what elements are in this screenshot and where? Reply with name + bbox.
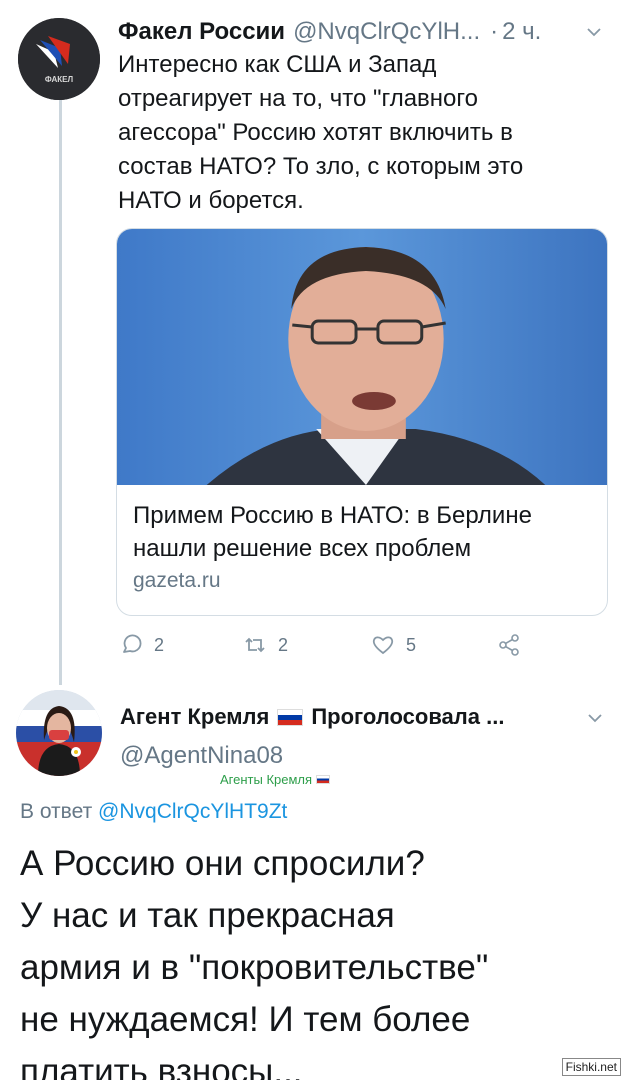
tweet-text-line: Интересно как США и Запад: [118, 51, 437, 78]
retweet-button[interactable]: 2: [242, 632, 288, 658]
card-title-line: нашли решение всех проблем: [133, 535, 472, 562]
chevron-down-icon[interactable]: [584, 22, 604, 42]
reply-handle-link[interactable]: @NvqClrQcYlHT9Zt: [98, 800, 287, 823]
tweet-text-line: А Россию они спросили?: [20, 844, 425, 883]
reply-context: В ответ @NvqClrQcYlHT9Zt: [20, 800, 287, 824]
thread-line: [59, 95, 62, 685]
group-label: Агенты Кремля: [220, 772, 331, 787]
chevron-down-icon[interactable]: [585, 708, 605, 728]
like-button[interactable]: 5: [370, 632, 416, 658]
like-count: 5: [406, 634, 417, 655]
tweet-text-line: У нас и так прекрасная: [20, 896, 395, 935]
retweet-icon: [245, 637, 265, 653]
timestamp[interactable]: 2 ч.: [502, 18, 541, 46]
group-label-text: Агенты Кремля: [220, 772, 313, 787]
tweet-text: А Россию они спросили? У нас и так прекр…: [20, 838, 580, 1080]
separator-dot: ·: [490, 18, 499, 45]
tweet-header: Факел России @NvqClrQcYlH... · 2 ч.: [118, 14, 608, 50]
tweet-text-line: состав НАТО? То зло, с которым это: [118, 153, 524, 180]
author-name-part1: Агент Кремля: [120, 704, 270, 729]
link-card[interactable]: Примем Россию в НАТО: в Берлине нашли ре…: [116, 228, 608, 616]
share-icon: [499, 634, 519, 656]
user-avatar-icon: [16, 690, 102, 776]
reply-prefix: В ответ: [20, 800, 93, 823]
russia-flag-icon: [277, 708, 304, 726]
share-button[interactable]: [496, 632, 532, 658]
heart-icon: [372, 636, 394, 655]
tweet-text-line: отреагирует на то, что "главного: [118, 85, 478, 112]
reply-button[interactable]: 2: [118, 632, 164, 658]
avatar[interactable]: ФАКЕЛ: [18, 18, 100, 100]
tweet-text: Интересно как США и Запад отреагирует на…: [118, 48, 598, 218]
tweet-text-line: армия и в "покровительстве": [20, 948, 489, 987]
comment-icon: [123, 634, 142, 653]
author-name-part2: Проголосовала ...: [311, 704, 505, 729]
action-bar: 2 2 5: [118, 632, 538, 662]
tweet-text-line: не нуждаемся! И тем более: [20, 1000, 471, 1039]
reply-count: 2: [154, 634, 165, 655]
retweet-count: 2: [278, 634, 289, 655]
author-name[interactable]: Факел России: [118, 18, 285, 46]
fakel-logo-icon: ФАКЕЛ: [18, 18, 100, 100]
tweet-text-line: платить взносы...: [20, 1052, 303, 1080]
author-handle[interactable]: @NvqClrQcYlH...: [293, 18, 480, 46]
author-name[interactable]: Агент Кремля Проголосовала ...: [120, 704, 504, 730]
article-photo: [117, 229, 607, 485]
svg-text:ФАКЕЛ: ФАКЕЛ: [45, 75, 74, 84]
avatar[interactable]: [16, 690, 102, 776]
card-title-line: Примем Россию в НАТО: в Берлине: [133, 502, 532, 529]
tweet-text-line: НАТО и борется.: [118, 187, 304, 214]
card-domain: gazeta.ru: [133, 569, 221, 592]
tweet-text-line: агессора" Россию хотят включить в: [118, 119, 513, 146]
card-body: Примем Россию в НАТО: в Берлине нашли ре…: [117, 485, 607, 607]
russia-flag-icon: [316, 775, 331, 784]
author-handle[interactable]: @AgentNina08: [120, 742, 283, 770]
card-title: Примем Россию в НАТО: в Берлине нашли ре…: [133, 499, 591, 565]
watermark: Fishki.net: [561, 1058, 621, 1076]
